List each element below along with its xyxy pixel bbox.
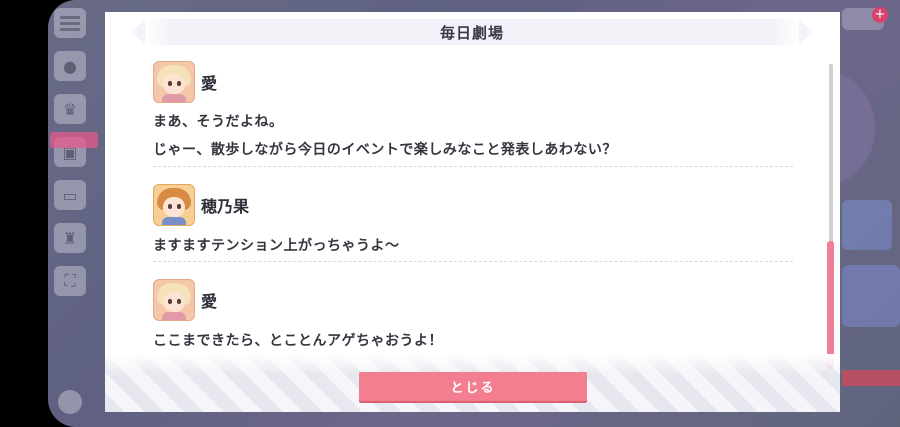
side-banner[interactable] xyxy=(842,200,892,250)
dialog-entry: 愛 まあ、そうだよね。 じゃー、散歩しながら今日のイベントで楽しみなこと発表しあ… xyxy=(153,59,793,163)
dialog-content[interactable]: 愛 まあ、そうだよね。 じゃー、散歩しながら今日のイベントで楽しみなこと発表しあ… xyxy=(153,59,793,359)
speaker-row: 穂乃果 xyxy=(153,182,793,228)
dialog-header: 毎日劇場 xyxy=(131,19,813,45)
menu-icon[interactable] xyxy=(54,8,86,38)
monitor-icon[interactable]: ▭ xyxy=(54,180,86,210)
speaker-name: 愛 xyxy=(201,74,218,93)
scrollbar-thumb[interactable] xyxy=(827,241,834,369)
chat-icon[interactable]: ● xyxy=(54,51,86,81)
plus-icon[interactable]: + xyxy=(872,7,888,23)
event-badge xyxy=(50,132,98,148)
dialog-line: ますますテンション上がっちゃうよ〜 xyxy=(153,238,400,254)
dialog-line: ここまできたら、とことんアゲちゃおうよ！ xyxy=(153,333,443,349)
side-menu: ● ♛ ▣ ▭ ♜ ⛶ xyxy=(50,8,98,309)
speaker-name: 愛 xyxy=(201,292,218,311)
crown-icon[interactable]: ♛ xyxy=(54,94,86,124)
ai-avatar-icon xyxy=(153,61,195,103)
profile-icon[interactable] xyxy=(58,390,82,414)
dialog-entry: 穂乃果 ますますテンション上がっちゃうよ〜 xyxy=(153,182,793,259)
ai-avatar-icon xyxy=(153,279,195,321)
side-card[interactable] xyxy=(842,265,900,327)
entry-divider xyxy=(153,261,793,262)
dialog-entry: 愛 ここまできたら、とことんアゲちゃおうよ！ xyxy=(153,277,793,354)
dialog-title: 毎日劇場 xyxy=(439,23,504,42)
daily-theater-dialog: 毎日劇場 愛 まあ、そうだよね。 じゃー、散歩しながら今日のイベントで楽しみなこ… xyxy=(105,12,840,412)
trophy-icon[interactable]: ♜ xyxy=(54,223,86,253)
speaker-row: 愛 xyxy=(153,277,793,323)
entry-divider xyxy=(153,166,793,167)
speaker-name: 穂乃果 xyxy=(201,197,250,216)
side-red-banner xyxy=(842,370,900,386)
footer-fade xyxy=(105,354,840,374)
dialog-line: じゃー、散歩しながら今日のイベントで楽しみなこと発表しあわない？ xyxy=(153,142,617,158)
dialog-line: まあ、そうだよね。 xyxy=(153,114,284,130)
honoka-avatar-icon xyxy=(153,184,195,226)
expand-icon[interactable]: ⛶ xyxy=(54,266,86,296)
speaker-row: 愛 xyxy=(153,59,793,105)
close-button[interactable]: とじる xyxy=(359,372,587,401)
